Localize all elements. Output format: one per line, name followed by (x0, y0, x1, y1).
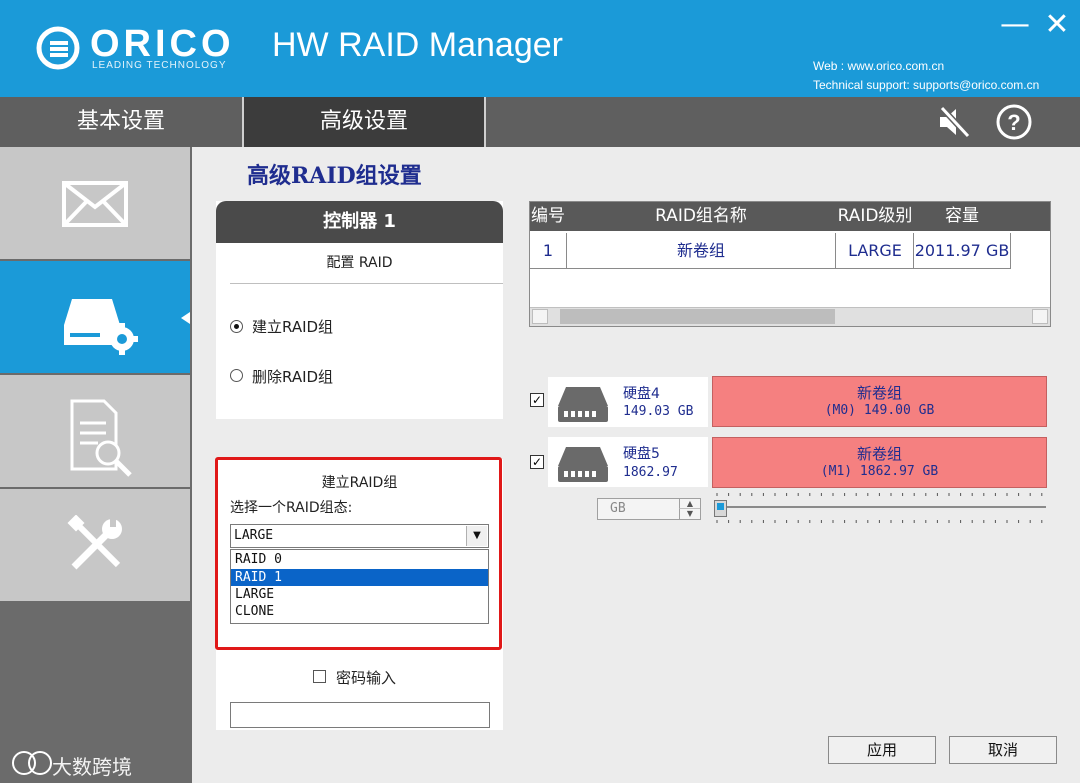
create-raid-title: 建立RAID组 (321, 475, 398, 491)
app-title: HW RAID Manager (272, 26, 563, 64)
config-raid-label: 配置 RAID (326, 255, 393, 271)
mute-icon[interactable] (934, 104, 974, 140)
controller-title: 控制器 1 (216, 201, 503, 243)
table-cell-name[interactable]: 新卷组 (567, 233, 835, 268)
password-input[interactable] (230, 702, 490, 728)
create-raid-radio-label[interactable]: 建立RAID组 (252, 316, 333, 337)
tools-icon (67, 515, 122, 570)
raid-option-large[interactable]: LARGE (231, 586, 488, 603)
delete-raid-radio-label[interactable]: 删除RAID组 (252, 366, 333, 387)
brand-name: ORICO (90, 23, 235, 65)
column-header-capacity: 容量 (945, 206, 979, 226)
disk5-volume-name: 新卷组 (856, 445, 902, 463)
tab-basic-settings[interactable]: 基本设置 (0, 97, 242, 147)
create-raid-radio[interactable] (230, 320, 243, 333)
slider-thumb-accent (717, 503, 724, 510)
disk4-checkbox[interactable]: ✓ (530, 393, 544, 407)
raid-option-raid1[interactable]: RAID 1 (231, 569, 488, 586)
raid-option-raid0[interactable]: RAID 0 (231, 551, 488, 568)
slider-ticks (716, 493, 1043, 523)
table-cell-level[interactable]: LARGE (836, 233, 914, 268)
disk4-volume-name: 新卷组 (856, 384, 902, 402)
tab-advanced-settings[interactable]: 高级设置 (244, 97, 484, 147)
disk4-size: 149.03 GB (623, 404, 694, 419)
brand-tagline: LEADING TECHNOLOGY (92, 60, 227, 71)
disk4-volume-detail: (M0) 149.00 GB (824, 403, 935, 418)
help-icon[interactable]: ? (995, 103, 1033, 141)
column-separator (1010, 233, 1011, 269)
raid-mode-select-value: LARGE (234, 528, 274, 543)
disk5-size: 1862.97 (623, 465, 678, 480)
column-header-number: 编号 (531, 206, 565, 226)
cancel-button[interactable]: 取消 (949, 736, 1057, 764)
page-title: 高级RAID组设置 (247, 163, 422, 189)
spin-up-icon[interactable]: ▲ (679, 499, 700, 509)
sidebar-item-log[interactable] (0, 375, 190, 487)
column-separator (835, 233, 836, 269)
log-search-icon (70, 399, 132, 477)
scrollbar-thumb[interactable] (560, 309, 835, 324)
disk4-name: 硬盘4 (623, 386, 660, 402)
close-button[interactable]: ✕ (1040, 8, 1074, 42)
tab-divider (484, 97, 486, 147)
password-checkbox-label: 密码输入 (336, 669, 397, 687)
column-header-level: RAID级别 (837, 206, 913, 226)
raid-disk-gear-icon (64, 299, 138, 355)
sidebar-item-raid[interactable] (0, 261, 190, 373)
disk5-name: 硬盘5 (623, 446, 660, 462)
column-separator (913, 233, 914, 269)
delete-raid-radio[interactable] (230, 369, 243, 382)
active-indicator (181, 312, 190, 324)
apply-button[interactable]: 应用 (828, 736, 936, 764)
column-separator (566, 233, 567, 269)
size-unit-value: GB (610, 501, 626, 516)
sidebar-item-tools[interactable] (0, 489, 190, 601)
column-header-name: RAID组名称 (655, 206, 747, 226)
raid-mode-prompt: 选择一个RAID组态: (230, 500, 353, 516)
minimize-button[interactable]: — (1000, 10, 1030, 40)
table-cell-number[interactable]: 1 (530, 233, 566, 268)
hard-disk-icon (558, 387, 608, 422)
chevron-down-icon[interactable]: ▼ (466, 526, 487, 546)
scroll-right-button[interactable] (1032, 309, 1048, 324)
sidebar-item-mail[interactable] (0, 147, 190, 259)
orico-logo-icon (36, 26, 80, 70)
mail-icon (62, 181, 128, 227)
watermark-text: 大数跨境 (52, 755, 132, 779)
spin-down-icon[interactable]: ▼ (679, 509, 700, 519)
table-cell-capacity[interactable]: 2011.97 GB (914, 233, 1010, 268)
radio-selected-dot (234, 324, 239, 329)
disk5-checkbox[interactable]: ✓ (530, 455, 544, 469)
password-checkbox[interactable] (313, 670, 326, 683)
disk5-volume-detail: (M1) 1862.97 GB (820, 464, 939, 479)
raid-option-clone[interactable]: CLONE (231, 603, 488, 620)
hard-disk-icon (558, 447, 608, 482)
divider (230, 283, 503, 284)
row-separator (530, 268, 1010, 269)
svg-text:?: ? (1007, 110, 1020, 135)
scroll-left-button[interactable] (532, 309, 548, 324)
support-email-text: Technical support: supports@orico.com.cn (813, 78, 1040, 92)
website-text: Web : www.orico.com.cn (813, 59, 945, 73)
